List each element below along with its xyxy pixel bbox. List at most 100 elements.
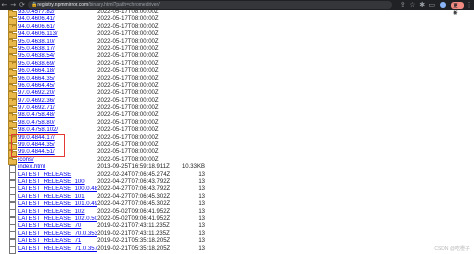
entry-size: 10.33KB xyxy=(181,164,205,171)
entry-date: 2022-05-17T08:00:00Z xyxy=(97,23,159,30)
entry-link[interactable]: 98.0.4758.80/ xyxy=(18,120,97,127)
share-icon[interactable]: ⇪ xyxy=(398,0,408,10)
list-item: 95.0.4638.69/2022-05-17T08:00:00Z xyxy=(5,60,205,70)
entry-link[interactable]: 96.0.4664.18/ xyxy=(18,68,97,75)
file-icon xyxy=(8,238,16,247)
directory-listing: 93.0.4577.82/2022-05-17T08:00:00Z 94.0.46… xyxy=(5,9,205,254)
bookmark-star-icon[interactable]: ☆ xyxy=(408,0,418,10)
file-icon xyxy=(8,187,16,196)
list-item: LATEST_RELEASE_100.0.4896 2022-04-27T07:0… xyxy=(5,186,205,196)
entry-link[interactable]: LATEST_RELEASE_70.0.3538 xyxy=(18,231,97,238)
folder-icon xyxy=(8,17,17,25)
entry-link[interactable]: LATEST_RELEASE_100.0.4896 xyxy=(18,186,97,193)
entry-date: 2022-02-24T07:06:45.274Z xyxy=(97,171,171,178)
entry-link[interactable]: 93.0.4577.82/ xyxy=(18,9,97,16)
update-button[interactable]: 更新 xyxy=(450,1,465,15)
entry-size: 13 xyxy=(198,178,205,185)
list-item: 97.0.4692.71/2022-05-17T08:00:00Z xyxy=(5,105,205,114)
entry-link[interactable]: 95.0.4638.10/ xyxy=(18,39,97,46)
entry-size: 13 xyxy=(198,171,205,178)
folder-icon xyxy=(8,46,17,55)
list-item: LATEST_RELEASE_71.0.3578 2019-02-21T05:35… xyxy=(5,245,205,254)
folder-icon xyxy=(8,120,17,129)
list-item: 98.0.4758.80/2022-05-17T08:00:00Z xyxy=(5,119,205,129)
entry-link[interactable]: 96.0.4664.45/ xyxy=(18,83,97,90)
entry-link[interactable]: LATEST_RELEASE xyxy=(18,172,97,179)
entry-date: 2022-05-17T08:00:00Z xyxy=(97,60,159,67)
entry-date: 2022-04-27T07:06:43.792Z xyxy=(97,178,171,185)
entry-size: 13 xyxy=(198,223,205,230)
entry-date: 2022-05-17T08:00:00Z xyxy=(97,149,159,156)
list-item: 94.0.4606.113/2022-05-17T08:00:00Z xyxy=(5,31,205,40)
watermark: CSDN @吃橙子 xyxy=(434,246,470,252)
sidebar-icon[interactable]: ▭ xyxy=(427,0,437,10)
entry-link[interactable]: LATEST_RELEASE_102 xyxy=(18,209,97,216)
folder-icon xyxy=(8,90,17,99)
entry-size: 13 xyxy=(198,215,205,222)
entry-link[interactable]: LATEST_RELEASE_100 xyxy=(18,179,97,186)
entry-date: 2022-05-17T08:00:00Z xyxy=(97,134,159,141)
entry-date: 2022-05-17T08:00:00Z xyxy=(97,97,159,104)
entry-link[interactable]: 95.0.4638.17/ xyxy=(18,46,97,53)
folder-icon xyxy=(8,76,17,84)
entry-link[interactable]: LATEST_RELEASE_71.0.3578 xyxy=(18,246,97,253)
file-icon xyxy=(8,209,16,218)
entry-date: 2022-05-17T08:00:00Z xyxy=(97,16,159,23)
entry-link[interactable]: 97.0.4692.36/ xyxy=(18,98,97,105)
entry-link[interactable]: 96.0.4664.35/ xyxy=(18,76,97,83)
entry-date: 2022-04-27T07:06:45.302Z xyxy=(97,201,171,208)
entry-link[interactable]: 98.0.4758.48/ xyxy=(18,112,97,119)
list-item: 97.0.4692.20/2022-05-17T08:00:00Z xyxy=(5,90,205,99)
entry-date: 2022-05-17T08:00:00Z xyxy=(97,156,159,163)
entry-date: 2022-05-17T08:00:00Z xyxy=(97,119,159,126)
list-item: 93.0.4577.82/2022-05-17T08:00:00Z xyxy=(5,9,205,18)
entry-link[interactable]: LATEST_RELEASE_101.0.4951 xyxy=(18,201,97,208)
entry-date: 2022-05-17T08:00:00Z xyxy=(97,127,159,134)
entry-link[interactable]: LATEST_RELEASE_101 xyxy=(18,194,97,201)
entry-date: 2022-05-17T08:00:00Z xyxy=(97,142,159,149)
extensions-icon[interactable]: ✱ xyxy=(417,0,427,10)
highlight-box xyxy=(11,134,65,157)
entry-link[interactable]: LATEST_RELEASE_70 xyxy=(18,223,97,230)
entry-size: 13 xyxy=(198,230,205,237)
list-item: icons/2022-05-17T08:00:00Z xyxy=(5,156,205,166)
entry-size: 13 xyxy=(198,186,205,193)
entry-date: 2022-05-17T08:00:00Z xyxy=(97,9,159,15)
address-bar[interactable]: 🔒 registry.npmmirror.com/binary.html?pat… xyxy=(28,1,392,9)
entry-link[interactable]: 94.0.4606.61/ xyxy=(18,24,97,31)
entry-link[interactable]: LATEST_RELEASE_71 xyxy=(18,238,97,245)
file-icon xyxy=(8,231,16,240)
list-item: LATEST_RELEASE_101 2022-04-27T07:06:45.30… xyxy=(5,193,205,203)
entry-date: 2022-05-17T08:00:00Z xyxy=(97,53,159,60)
list-item: 96.0.4664.45/2022-05-17T08:00:00Z xyxy=(5,82,205,92)
file-icon xyxy=(8,179,16,188)
entry-link[interactable]: 95.0.4638.54/ xyxy=(18,53,97,60)
entry-size: 13 xyxy=(198,193,205,200)
entry-link[interactable]: 95.0.4638.69/ xyxy=(18,61,97,68)
entry-link[interactable]: 97.0.4692.20/ xyxy=(18,90,97,97)
folder-icon xyxy=(8,39,17,47)
menu-dots-icon[interactable]: ⋮ xyxy=(464,0,474,10)
list-item: LATEST_RELEASE_71 2019-02-21T05:35:18.205… xyxy=(5,238,205,247)
entry-date: 2019-02-21T07:43:11.235Z xyxy=(97,230,170,237)
entry-date: 2022-05-17T08:00:00Z xyxy=(97,75,159,82)
list-item: 96.0.4664.18/2022-05-17T08:00:00Z xyxy=(5,68,205,77)
entry-size: 13 xyxy=(198,208,205,215)
folder-icon xyxy=(8,31,17,40)
entry-link[interactable]: LATEST_RELEASE_102.0.5005 xyxy=(18,216,97,223)
entry-date: 2022-05-17T08:00:00Z xyxy=(97,38,159,45)
profile-avatar[interactable] xyxy=(439,2,446,8)
entry-link[interactable]: 94.0.4606.41/ xyxy=(18,16,97,23)
file-icon xyxy=(8,246,16,254)
entry-date: 2022-05-17T08:00:00Z xyxy=(97,82,159,89)
entry-size: 13 xyxy=(198,245,205,252)
folder-icon xyxy=(8,54,17,62)
entry-link[interactable]: 97.0.4692.71/ xyxy=(18,105,97,112)
url-path: /binary.html?path=chromedriver/ xyxy=(88,2,160,8)
entry-link[interactable]: 94.0.4606.113/ xyxy=(18,31,97,38)
file-icon xyxy=(8,224,16,233)
entry-link[interactable]: index.html xyxy=(18,164,97,171)
entry-date: 2022-04-27T07:06:45.302Z xyxy=(97,193,171,200)
file-icon xyxy=(8,194,16,203)
entry-link[interactable]: icons/ xyxy=(18,157,97,164)
